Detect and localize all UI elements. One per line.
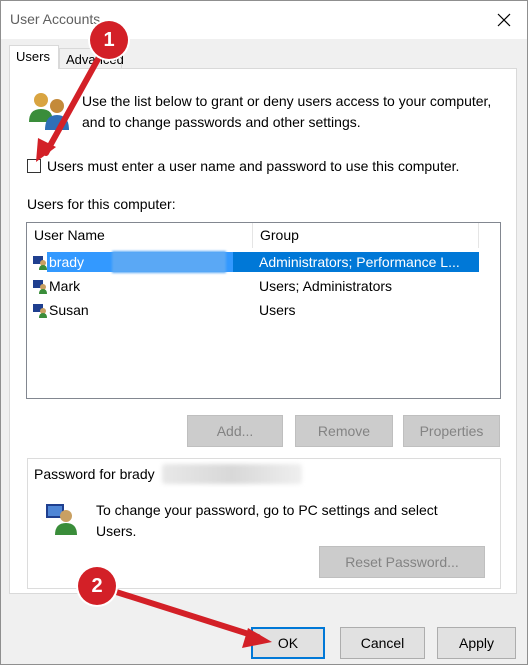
user-name: Susan — [49, 302, 89, 318]
user-group: Administrators; Performance L... — [259, 254, 460, 270]
annotation-badge-1: 1 — [90, 21, 128, 59]
close-icon — [497, 13, 511, 27]
users-list-label: Users for this computer: — [27, 196, 176, 212]
cancel-button[interactable]: Cancel — [340, 627, 425, 659]
column-header-group[interactable]: Group — [253, 223, 479, 248]
list-item[interactable]: Mark Users; Administrators — [27, 274, 479, 298]
redacted-email — [162, 464, 302, 484]
remove-user-button[interactable]: Remove — [295, 415, 393, 447]
intro-text: Use the list below to grant or deny user… — [82, 93, 492, 130]
user-name: brady — [49, 254, 85, 270]
password-legend: Password for brady — [32, 466, 157, 482]
require-login-label[interactable]: Users must enter a user name and passwor… — [47, 158, 459, 174]
users-list[interactable]: User Name Group brady Administrators; Pe… — [26, 222, 501, 399]
apply-button[interactable]: Apply — [437, 627, 516, 659]
add-user-button[interactable]: Add... — [187, 415, 283, 447]
list-item[interactable]: Susan Users — [27, 298, 479, 322]
column-header-user-name[interactable]: User Name — [27, 223, 253, 248]
user-group: Users — [259, 302, 296, 318]
user-group: Users; Administrators — [259, 278, 393, 294]
user-icon — [33, 304, 47, 318]
password-help-text: To change your password, go to PC settin… — [96, 502, 438, 539]
tab-users[interactable]: Users — [9, 45, 59, 69]
user-password-icon — [46, 504, 77, 535]
require-login-row: Users must enter a user name and passwor… — [27, 158, 459, 174]
user-icon — [33, 280, 47, 294]
reset-password-button[interactable]: Reset Password... — [319, 546, 485, 578]
properties-button[interactable]: Properties — [403, 415, 500, 447]
user-icon — [33, 256, 47, 270]
users-icon — [29, 93, 69, 130]
redacted-name — [112, 251, 226, 273]
window-title: User Accounts — [10, 11, 101, 27]
annotation-badge-2: 2 — [78, 567, 116, 605]
ok-button[interactable]: OK — [251, 627, 325, 659]
close-button[interactable] — [481, 1, 527, 39]
list-item[interactable]: brady Administrators; Performance L... — [27, 250, 479, 274]
require-login-checkbox[interactable] — [27, 159, 41, 173]
user-name: Mark — [49, 278, 81, 294]
title-bar: User Accounts — [1, 1, 527, 39]
